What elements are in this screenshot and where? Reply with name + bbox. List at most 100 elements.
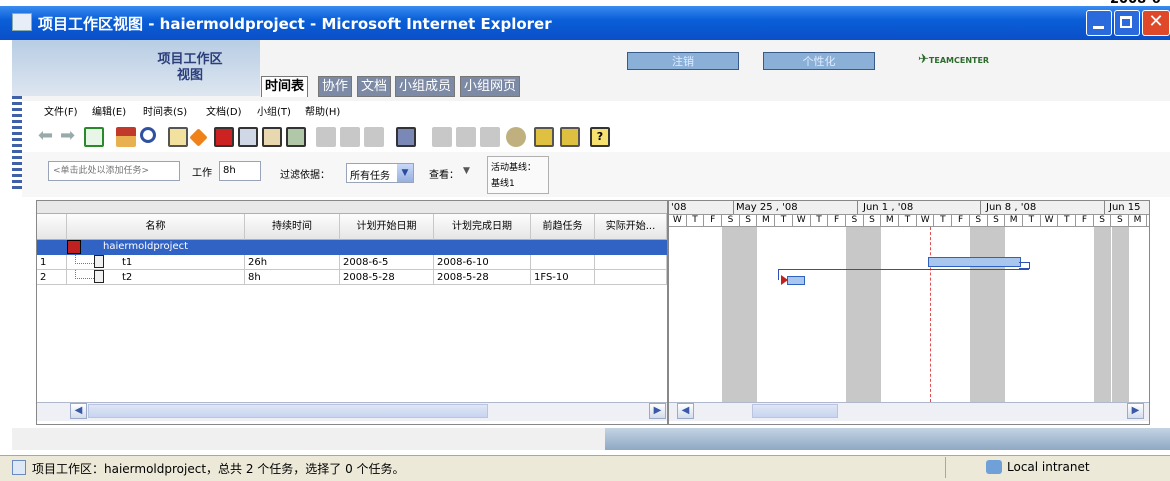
minimize-button[interactable] — [1086, 10, 1112, 36]
print-icon[interactable] — [534, 127, 554, 147]
report-icon[interactable] — [432, 127, 452, 147]
refresh-icon[interactable] — [84, 127, 104, 147]
chart-icon[interactable] — [456, 127, 476, 147]
filter-label: 过滤依据： — [280, 170, 330, 181]
scroll-left-button[interactable]: ◀ — [70, 403, 87, 419]
outdent-icon[interactable] — [340, 127, 360, 147]
copy-icon[interactable] — [238, 127, 258, 147]
start-cell[interactable]: 2008-6-5 — [340, 255, 434, 270]
maximize-button[interactable] — [1114, 10, 1140, 36]
baseline-value: 基线1 — [491, 179, 515, 189]
properties-icon[interactable] — [286, 127, 306, 147]
finish-cell[interactable]: 2008-6-10 — [434, 255, 531, 270]
tree-line — [75, 270, 94, 279]
column-header-name[interactable]: 名称 — [67, 214, 245, 240]
row-number-cell[interactable]: 1 — [37, 255, 67, 270]
menu-file[interactable]: 文件(F) — [44, 103, 78, 118]
project-icon — [67, 240, 81, 254]
duration-cell[interactable]: 26h — [245, 255, 340, 270]
scroll-right-button[interactable]: ▶ — [649, 403, 666, 419]
day-letter: F — [828, 214, 846, 226]
tab-team-members[interactable]: 小组成员 — [395, 76, 456, 97]
finish-cell[interactable]: 2008-5-28 — [434, 270, 531, 285]
work-input[interactable]: 8h — [219, 161, 261, 181]
actual-start-cell[interactable] — [595, 270, 667, 285]
paste-icon[interactable] — [262, 127, 282, 147]
menu-documents[interactable]: 文档(D) — [206, 103, 242, 118]
menu-help[interactable]: 帮助(H) — [305, 103, 340, 118]
menu-team[interactable]: 小组(T) — [257, 103, 291, 118]
day-letter: T — [935, 214, 953, 226]
new-task-icon[interactable] — [168, 127, 188, 147]
week-label: May 25 , '08 — [736, 202, 798, 213]
left-gripper — [12, 96, 22, 192]
day-letter: M — [758, 214, 776, 226]
indent-icon[interactable] — [316, 127, 336, 147]
view-label: 查看： — [429, 170, 459, 181]
day-letter: F — [1076, 214, 1094, 226]
intranet-icon — [986, 460, 1002, 474]
chevron-down-icon[interactable]: ▼ — [397, 164, 413, 182]
app-title-line1: 项目工作区 — [157, 52, 223, 67]
day-letter: W — [1041, 214, 1059, 226]
delete-icon[interactable] — [214, 127, 234, 147]
back-arrow-icon[interactable]: ⬅ — [38, 127, 58, 147]
gantt-scrollbar-thumb[interactable] — [752, 404, 838, 418]
column-header-duration[interactable]: 持续时间 — [245, 214, 340, 240]
tab-team-webpage[interactable]: 小组网页 — [460, 76, 521, 97]
duration-cell[interactable]: 8h — [245, 270, 340, 285]
column-header-predecessor[interactable]: 前趋任务 — [531, 214, 595, 240]
menu-schedule[interactable]: 时间表(S) — [143, 103, 187, 118]
project-name: haiermoldproject — [103, 241, 189, 252]
baseline-icon[interactable] — [480, 127, 500, 147]
logout-button[interactable]: 注销 — [627, 52, 739, 70]
magnifier-icon[interactable] — [140, 127, 156, 143]
actual-start-cell[interactable] — [595, 255, 667, 270]
help-icon[interactable]: ? — [590, 127, 610, 147]
filter-select[interactable]: 所有任务 ▼ — [346, 163, 414, 183]
tab-schedule[interactable]: 时间表 — [261, 76, 309, 97]
column-header-start[interactable]: 计划开始日期 — [340, 214, 434, 240]
column-header-finish[interactable]: 计划完成日期 — [434, 214, 531, 240]
gantt-scroll-left-button[interactable]: ◀ — [677, 403, 694, 419]
day-letter: T — [775, 214, 793, 226]
gantt-horizontal-scrollbar[interactable] — [669, 402, 1149, 421]
day-letter: S — [988, 214, 1006, 226]
column-header-actual-start[interactable]: 实际开始... — [595, 214, 667, 240]
tab-documents[interactable]: 文档 — [357, 76, 392, 97]
row-number-cell[interactable]: 2 — [37, 270, 67, 285]
tab-collaboration[interactable]: 协作 — [318, 76, 353, 97]
task-name: t2 — [122, 272, 133, 283]
scrollbar-thumb[interactable] — [88, 404, 488, 418]
view-dropdown-icon[interactable]: ▼ — [463, 166, 470, 176]
forward-arrow-icon[interactable]: ➡ — [60, 127, 80, 147]
predecessor-cell[interactable] — [531, 255, 595, 270]
ie-page-icon — [12, 13, 32, 31]
project-row[interactable]: haiermoldproject — [37, 240, 667, 255]
footer-band-blue — [605, 428, 1170, 450]
task-name-cell[interactable]: t2 — [67, 270, 245, 285]
close-button[interactable]: ✕ — [1142, 10, 1170, 36]
table-top-strip — [37, 201, 667, 214]
today-line — [930, 227, 931, 402]
week-label: Jun 1 , '08 — [863, 202, 914, 213]
filter-select-value: 所有任务 — [350, 171, 390, 182]
add-task-input[interactable] — [48, 161, 180, 181]
menu-edit[interactable]: 编辑(E) — [92, 103, 126, 118]
start-cell[interactable]: 2008-5-28 — [340, 270, 434, 285]
task-name-cell[interactable]: t1 — [67, 255, 245, 270]
predecessor-cell[interactable]: 1FS-10 — [531, 270, 595, 285]
resource-icon[interactable] — [506, 127, 526, 147]
week-label: Jun 8 , '08 — [986, 202, 1037, 213]
day-letter: S — [864, 214, 882, 226]
task-bar-t1-baseline — [1019, 262, 1030, 269]
home-icon[interactable] — [116, 127, 136, 147]
task-bar-t1[interactable] — [928, 257, 1021, 267]
task-bar-t2[interactable] — [787, 276, 805, 285]
package-icon[interactable] — [396, 127, 416, 147]
link-icon[interactable] — [364, 127, 384, 147]
window-title: 项目工作区视图 - haiermoldproject - Microsoft I… — [38, 15, 552, 33]
print-preview-icon[interactable] — [560, 127, 580, 147]
personalize-button[interactable]: 个性化 — [763, 52, 875, 70]
gantt-scroll-right-button[interactable]: ▶ — [1127, 403, 1144, 419]
